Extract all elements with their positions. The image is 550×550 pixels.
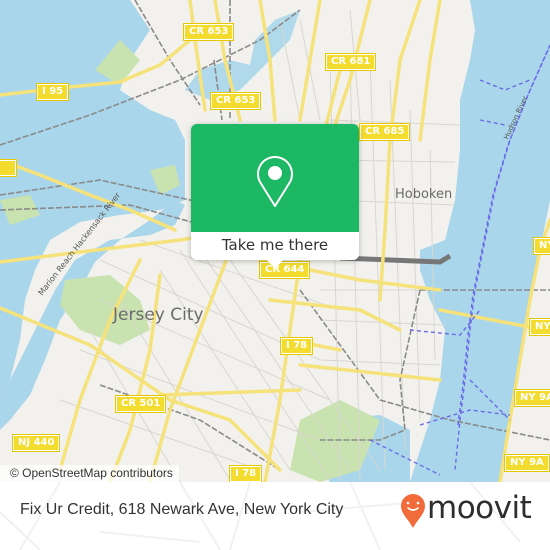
map-pin-icon	[257, 156, 293, 207]
place-label-jersey-city: Jersey City	[113, 305, 204, 325]
road-shield-cr653: CR 653	[182, 23, 235, 41]
road-shield-i78: I 78	[228, 465, 263, 482]
road-shield-nj440: NJ 440	[11, 434, 61, 452]
location-address: Fix Ur Credit, 618 Newark Ave, New York …	[20, 501, 344, 518]
popup-pointer	[267, 260, 283, 269]
road-shield-ny9a: NY 9A	[529, 318, 550, 336]
road-shield-cr501: CR 501	[114, 395, 167, 413]
take-me-there-button[interactable]: Take me there	[191, 232, 359, 260]
osm-attribution[interactable]: © OpenStreetMap contributors	[0, 465, 179, 482]
road-shield-cr681: CR 681	[324, 53, 377, 71]
location-popup: Take me there	[191, 124, 359, 269]
road-shield-cr685: CR 685	[358, 123, 411, 141]
road-shield-cr653: CR 653	[209, 92, 262, 110]
road-shield-ny9a: NY 9A	[514, 389, 550, 407]
road-shield-ny9a: NY 9A	[533, 237, 550, 255]
map[interactable]: Hoboken Jersey City Marion Reach Hackens…	[0, 0, 550, 482]
moovit-logo[interactable]: moovit	[399, 490, 532, 532]
moovit-pin-icon	[401, 494, 425, 528]
road-shield-i95: I 95	[35, 83, 70, 101]
moovit-wordmark: moovit	[427, 490, 532, 526]
footer: Fix Ur Credit, 618 Newark Ave, New York …	[0, 482, 550, 550]
place-label-hoboken: Hoboken	[395, 187, 453, 202]
road-shield-partial	[0, 159, 17, 177]
road-shield-ny9a: NY 9A	[504, 454, 550, 472]
road-shield-i78: I 78	[279, 337, 314, 355]
popup-header	[191, 124, 359, 232]
